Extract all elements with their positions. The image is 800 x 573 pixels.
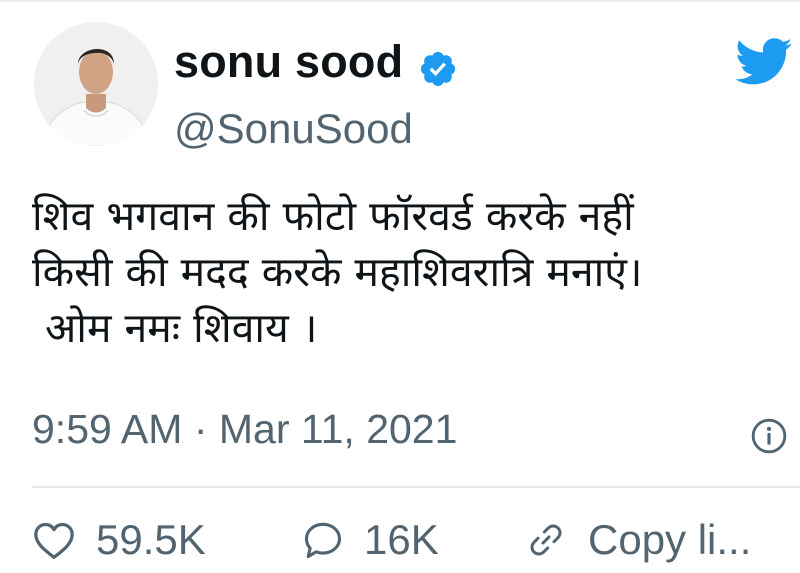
actions-divider — [32, 486, 800, 488]
tweet-text-line: ओम नमः शिवाय । — [32, 304, 318, 352]
info-icon[interactable] — [750, 417, 788, 455]
top-divider — [0, 0, 800, 2]
heart-icon — [34, 522, 74, 559]
avatar[interactable] — [34, 22, 158, 146]
verified-badge-icon — [420, 51, 456, 87]
reply-button[interactable]: 16K — [302, 516, 439, 564]
reply-bubble-icon — [304, 522, 342, 559]
twitter-bird-icon[interactable] — [735, 38, 793, 86]
copy-link-button[interactable]: Copy li... — [524, 516, 751, 564]
tweet-text-line: शिव भगवान की फोटो फॉरवर्ड करके नहीं — [32, 192, 634, 240]
like-count: 59.5K — [96, 516, 206, 563]
avatar-image — [34, 22, 158, 146]
author-handle[interactable]: @SonuSood — [174, 105, 413, 153]
author-name[interactable]: sonu sood — [174, 36, 403, 88]
tweet-text: शिव भगवान की फोटो फॉरवर्ड करके नहीं किसी… — [32, 188, 792, 356]
link-icon — [530, 524, 562, 556]
copy-link-label: Copy li... — [588, 516, 752, 563]
reply-count: 16K — [364, 516, 439, 563]
like-button[interactable]: 59.5K — [32, 516, 206, 564]
tweet-text-line: किसी की मदद करके महाशिवरात्रि मनाएं। — [32, 248, 643, 296]
tweet-timestamp[interactable]: 9:59 AM · Mar 11, 2021 — [32, 406, 457, 453]
